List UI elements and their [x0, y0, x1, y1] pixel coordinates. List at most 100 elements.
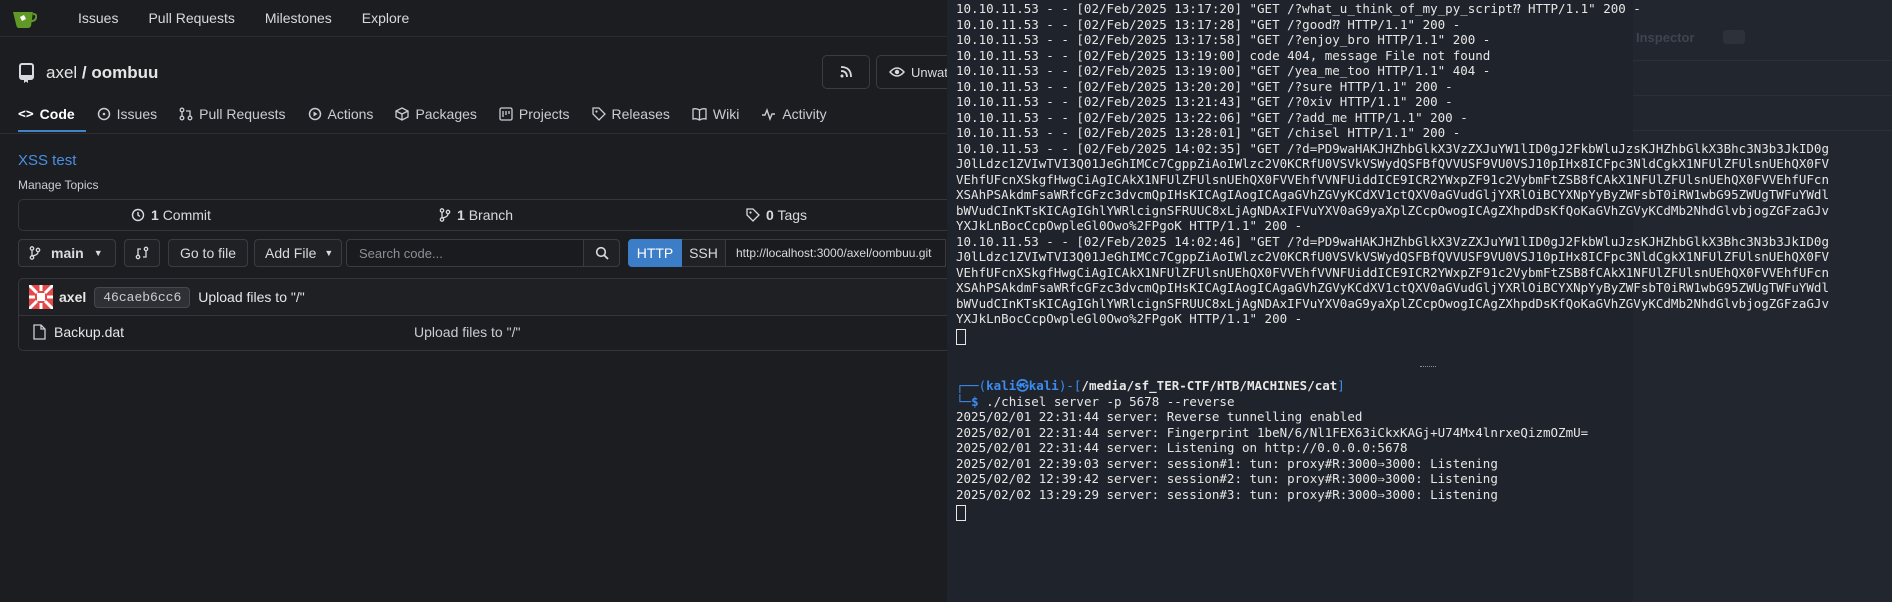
tab-projects[interactable]: Projects [499, 106, 570, 122]
clone-url-input[interactable]: http://localhost:3000/axel/oombuu.git [726, 239, 946, 267]
tab-code[interactable]: <> Code [18, 106, 75, 122]
commits-label: Commit [162, 207, 211, 223]
nav-issues[interactable]: Issues [78, 10, 118, 26]
tab-packages[interactable]: Packages [395, 106, 477, 122]
log-line: VEhfUFcnXSkgfHwgCiAgICAkX1NFUlZFUlsnUEhQ… [956, 171, 1829, 187]
repo-name-link[interactable]: oombuu [91, 63, 158, 82]
branch-selector[interactable]: main ▼ [18, 239, 116, 267]
log-line: 10.10.11.53 - - [02/Feb/2025 13:17:58] "… [956, 32, 1491, 47]
log-line: 10.10.11.53 - - [02/Feb/2025 13:19:00] "… [956, 63, 1491, 78]
code-icon: <> [18, 106, 34, 122]
tab-projects-label: Projects [518, 106, 570, 122]
go-to-file-button[interactable]: Go to file [168, 239, 248, 267]
log-line: YXJkLnBocCcpOwpleGl0Owo%2FPgoK HTTP/1.1"… [956, 311, 1303, 326]
chisel-output-line: 2025/02/01 22:31:44 server: Reverse tunn… [956, 409, 1363, 424]
gitea-logo-icon[interactable] [10, 6, 38, 30]
unwatch-button[interactable]: Unwat [876, 55, 947, 89]
tab-wiki-label: Wiki [712, 106, 740, 122]
commit-author[interactable]: axel [59, 289, 86, 305]
active-tab-indicator [18, 130, 86, 132]
play-circle-icon [308, 107, 322, 121]
commit-message[interactable]: Upload files to "/" [198, 289, 304, 305]
repo-description: XSS test [18, 152, 77, 169]
add-file-button[interactable]: Add File ▼ [254, 239, 342, 267]
log-line: bWVudCInKTsKICAgIGhlYWRlcignSFRUUC8xLjAg… [956, 295, 1829, 311]
nav-explore[interactable]: Explore [362, 10, 409, 26]
branches-stat[interactable]: 1 Branch [439, 207, 513, 223]
log-line: 10.10.11.53 - - [02/Feb/2025 13:17:28] "… [956, 16, 1461, 32]
log-line: 10.10.11.53 - - [02/Feb/2025 13:17:20] "… [956, 1, 1641, 16]
log-line: 10.10.11.53 - - [02/Feb/2025 13:22:06] "… [956, 109, 1468, 125]
nav-milestones[interactable]: Milestones [265, 10, 332, 26]
log-line: 10.10.11.53 - - [02/Feb/2025 13:20:20] "… [956, 78, 1453, 94]
log-line: 10.10.11.53 - - [02/Feb/2025 13:19:00] c… [956, 47, 1491, 63]
tab-activity-label: Activity [782, 106, 827, 122]
clone-ssh-button[interactable]: SSH [682, 239, 726, 267]
project-board-icon [499, 107, 513, 121]
log-line: XSAhPSAkdmFsaWRfcGFzc3dvcmQpIHsKICAgIAog… [956, 187, 1829, 202]
file-name-link[interactable]: Backup.dat [54, 324, 124, 340]
latest-commit-row: axel 46caeb6cc6 Upload files to "/" [18, 278, 947, 316]
pulse-icon [761, 107, 776, 121]
log-line: XSAhPSAkdmFsaWRfcGFzc3dvcmQpIHsKICAgIAog… [956, 280, 1829, 295]
tab-issues-label: Issues [116, 106, 158, 122]
http-server-log: 10.10.11.53 - - [02/Feb/2025 13:17:20] "… [956, 1, 1829, 345]
top-navbar: Issues Pull Requests Milestones Explore [0, 0, 947, 37]
avatar[interactable] [29, 285, 53, 309]
tab-actions[interactable]: Actions [308, 106, 373, 122]
chisel-output-line: 2025/02/02 12:39:42 server: session#2: t… [956, 471, 1498, 486]
chisel-output-line: 2025/02/01 22:39:03 server: session#1: t… [956, 455, 1498, 471]
clone-http-button[interactable]: HTTP [628, 239, 682, 267]
tag-icon [746, 208, 760, 222]
compare-icon [135, 246, 149, 260]
chisel-command: ./chisel server -p 5678 --reverse [986, 393, 1235, 409]
repo-stats-bar: 1 Commit 1 Branch 0 Tags [18, 199, 947, 231]
tags-count: 0 [766, 207, 774, 223]
log-line: 10.10.11.53 - - [02/Feb/2025 14:02:46] "… [956, 233, 1829, 249]
tags-stat[interactable]: 0 Tags [746, 207, 807, 223]
nav-pull-requests[interactable]: Pull Requests [148, 10, 234, 26]
caret-down-icon: ▼ [93, 248, 103, 258]
tab-issues[interactable]: Issues [97, 106, 157, 122]
search-button[interactable] [584, 239, 620, 267]
caret-down-icon: ▼ [324, 248, 334, 258]
code-search-input[interactable]: Search code... [346, 239, 584, 267]
rss-feed-button[interactable] [822, 55, 870, 89]
commits-stat[interactable]: 1 Commit [131, 207, 211, 223]
tab-releases[interactable]: Releases [591, 106, 670, 122]
tab-pull-requests[interactable]: Pull Requests [179, 106, 286, 122]
repo-owner-link[interactable]: axel [46, 63, 77, 82]
chisel-output-line: 2025/02/02 13:29:29 server: session#3: t… [956, 486, 1498, 502]
history-icon [131, 208, 145, 222]
repo-toolbar: main ▼ Go to file Add File ▼ Search code… [18, 238, 946, 268]
tab-wiki[interactable]: Wiki [692, 106, 739, 122]
log-line: YXJkLnBocCcpOwpleGl0Owo%2FPgoK HTTP/1.1"… [956, 218, 1303, 233]
add-file-label: Add File [265, 245, 317, 261]
gitea-window: Issues Pull Requests Milestones Explore … [0, 0, 947, 602]
branch-icon [439, 208, 451, 222]
prompt-path: /media/sf_TER-CTF/HTB/MACHINES/cat [1081, 378, 1338, 393]
tab-code-label: Code [39, 106, 75, 122]
pull-request-icon [179, 107, 193, 121]
log-line: bWVudCInKTsKICAgIGhlYWRlcignSFRUUC8xLjAg… [956, 202, 1829, 218]
file-commit-message[interactable]: Upload files to "/" [414, 324, 520, 340]
branch-name: main [51, 245, 84, 261]
chisel-server-pane[interactable]: ┌──(kali㉿kali)-[/media/sf_TER-CTF/HTB/MA… [956, 378, 1588, 521]
manage-topics-link[interactable]: Manage Topics [18, 178, 99, 192]
repo-title: axel / oombuu [46, 63, 158, 83]
compare-button[interactable] [124, 239, 160, 267]
log-line: 10.10.11.53 - - [02/Feb/2025 13:21:43] "… [956, 94, 1453, 109]
book-icon [692, 107, 707, 121]
chisel-output-line: 2025/02/01 22:31:44 server: Listening on… [956, 440, 1408, 455]
tab-activity[interactable]: Activity [761, 106, 827, 122]
tags-label: Tags [777, 207, 808, 223]
commit-sha-badge[interactable]: 46caeb6cc6 [94, 286, 191, 308]
pane-splitter-handle[interactable] [1420, 366, 1436, 368]
unwatch-label: Unwat [911, 64, 947, 80]
repo-icon [18, 63, 36, 83]
tag-icon [591, 107, 606, 121]
tab-pull-requests-label: Pull Requests [199, 106, 286, 122]
search-icon [595, 246, 609, 260]
branches-label: Branch [468, 207, 514, 223]
prompt-host: kali [1028, 378, 1059, 393]
